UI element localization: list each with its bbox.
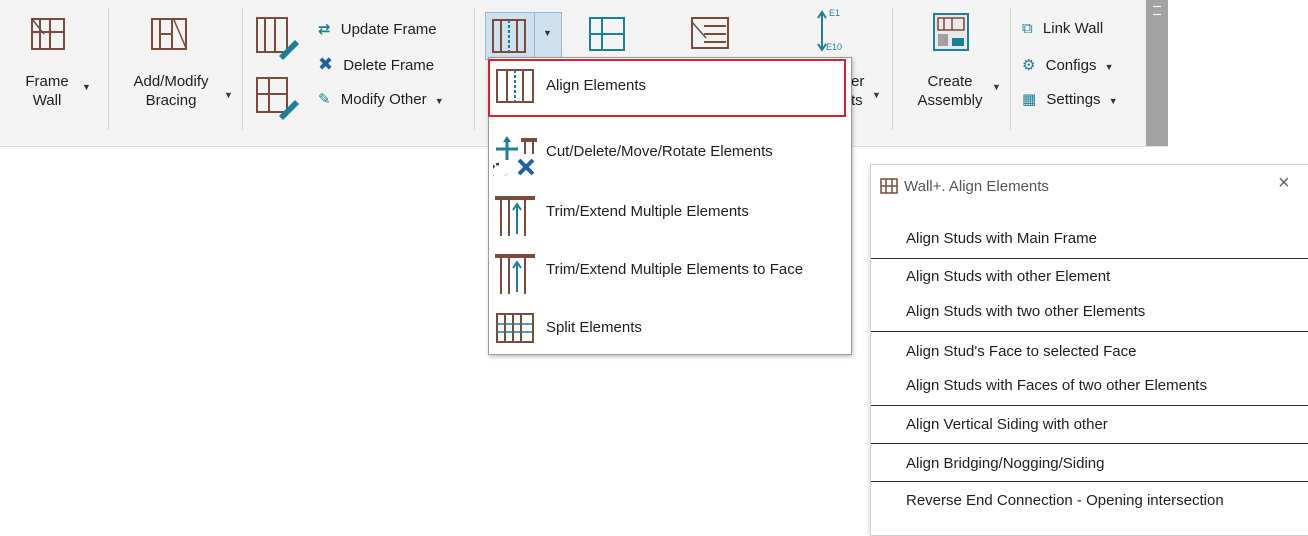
settings-label: Settings [1046, 91, 1101, 108]
separator [892, 8, 893, 130]
modify-other-button[interactable]: ✎ Modify Other ▼ [318, 90, 444, 108]
menu-item-label: Cut/Delete/Move/Rotate Elements [546, 143, 773, 160]
panel-item-reverse-end-connection[interactable]: Reverse End Connection - Opening interse… [906, 492, 1224, 509]
panel-title: Wall+. Align Elements [904, 178, 1049, 195]
panel-item-align-studs-faces[interactable]: Align Studs with Faces of two other Elem… [906, 377, 1207, 394]
panel-grid-icon [880, 178, 898, 199]
panel-item-align-bridging[interactable]: Align Bridging/Nogging/Siding [906, 455, 1104, 472]
update-frame-icon: ⇄ [318, 21, 331, 38]
settings-button[interactable]: ▦ Settings ▼ [1022, 90, 1118, 108]
link-wall-icon: ⧉ [1022, 20, 1033, 37]
highlight-box [488, 59, 846, 117]
frame-wall-label-1: Frame [25, 73, 69, 90]
numbering-caret-icon[interactable]: ▼ [872, 90, 881, 100]
separator [242, 8, 243, 130]
numbering-bottom-label: E10 [826, 42, 843, 52]
create-assembly-button[interactable]: Create Assembly [910, 72, 990, 110]
delete-frame-button[interactable]: ✖ Delete Frame [318, 54, 434, 75]
panel-item-align-studs-other-element[interactable]: Align Studs with other Element [906, 268, 1110, 285]
trim-extend-icon [495, 196, 535, 236]
panel-divider [871, 405, 1308, 406]
numbering-partial-label[interactable]: er ts [851, 72, 864, 110]
delete-frame-label: Delete Frame [343, 57, 435, 74]
panel-item-align-stud-face[interactable]: Align Stud's Face to selected Face [906, 343, 1137, 360]
configs-caret-icon: ▼ [1104, 62, 1114, 72]
update-frame-button[interactable]: ⇄ Update Frame [318, 20, 437, 38]
bracing-label-1: Add/Modify [133, 73, 209, 90]
edit-frame-alt-icon[interactable] [255, 76, 299, 120]
panel-divider [871, 258, 1308, 259]
frame-wall-button[interactable]: Frame Wall [22, 72, 72, 110]
panel-item-align-studs-main-frame[interactable]: Align Studs with Main Frame [906, 230, 1097, 247]
bracing-label-2: Bracing [145, 92, 197, 109]
menu-item-trim-extend[interactable]: Trim/Extend Multiple Elements [489, 188, 851, 236]
panel-item-align-studs-two-elements[interactable]: Align Studs with two other Elements [906, 303, 1145, 320]
cut-move-rotate-icon [493, 136, 537, 176]
menu-item-label: Trim/Extend Multiple Elements [546, 203, 749, 220]
modify-other-label: Modify Other [340, 91, 427, 108]
separator [1010, 8, 1011, 130]
panel-item-align-vertical-siding[interactable]: Align Vertical Siding with other [906, 416, 1108, 433]
ribbon-collapse-strip[interactable] [1146, 0, 1168, 146]
create-assembly-label-2: Assembly [917, 92, 983, 109]
separator [108, 8, 109, 130]
panel-divider [871, 481, 1308, 482]
partial-label-b: ts [851, 92, 863, 109]
partial-label-a: er [851, 73, 865, 90]
create-assembly-label-1: Create [927, 73, 973, 90]
gear-icon: ⚙ [1022, 57, 1036, 74]
pencil-icon: ✎ [318, 91, 331, 108]
menu-item-split-elements[interactable]: Split Elements [489, 304, 851, 352]
frame-wall-icon[interactable] [30, 16, 68, 54]
bracing-icon[interactable] [150, 16, 190, 54]
align-split-button[interactable]: ▼ [485, 12, 562, 60]
menu-item-label: Trim/Extend Multiple Elements to Face [546, 261, 804, 278]
configs-label: Configs [1045, 57, 1097, 74]
add-modify-bracing-button[interactable]: Add/Modify Bracing [122, 72, 220, 110]
create-assembly-caret-icon[interactable]: ▼ [992, 82, 1001, 92]
menu-item-label: Split Elements [546, 319, 642, 336]
settings-icon: ▦ [1022, 91, 1037, 108]
panel-divider [871, 443, 1308, 444]
menu-item-cut-delete-move-rotate[interactable]: Cut/Delete/Move/Rotate Elements [489, 128, 851, 176]
wall-panel-icon[interactable] [588, 16, 628, 52]
create-assembly-icon[interactable] [932, 12, 972, 52]
frame-wall-label-2: Wall [32, 92, 62, 109]
close-icon[interactable]: × [1278, 172, 1290, 195]
trim-extend-face-icon [495, 254, 535, 294]
align-caret-icon: ▼ [543, 28, 552, 38]
settings-caret-icon: ▼ [1108, 96, 1118, 106]
sheathing-icon[interactable] [690, 16, 732, 52]
split-elements-icon [496, 313, 534, 343]
bracing-caret-icon[interactable]: ▼ [224, 90, 233, 100]
modify-other-caret-icon: ▼ [434, 96, 444, 106]
edit-frame-icon[interactable] [255, 16, 299, 60]
menu-item-trim-extend-face[interactable]: Trim/Extend Multiple Elements to Face [489, 246, 851, 294]
panel-divider [871, 331, 1308, 332]
update-frame-label: Update Frame [340, 21, 437, 38]
link-wall-button[interactable]: ⧉ Link Wall [1022, 20, 1103, 37]
frame-wall-caret-icon[interactable]: ▼ [82, 82, 91, 92]
separator [474, 8, 475, 130]
delete-x-icon: ✖ [318, 54, 334, 74]
numbering-top-label: E1 [829, 8, 841, 18]
configs-button[interactable]: ⚙ Configs ▼ [1022, 56, 1114, 74]
link-wall-label: Link Wall [1042, 20, 1104, 37]
align-elements-icon [492, 19, 526, 53]
